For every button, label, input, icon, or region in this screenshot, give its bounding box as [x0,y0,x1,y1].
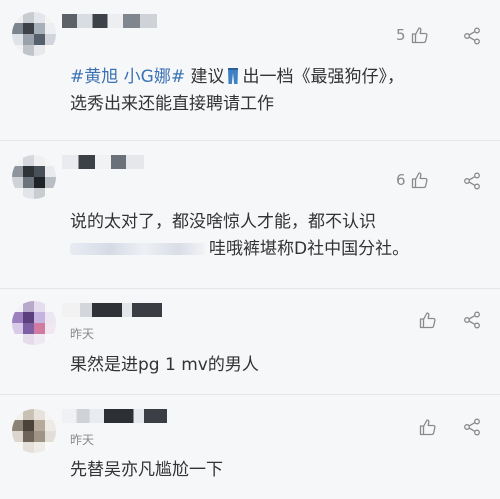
user-avatar[interactable] [12,301,56,345]
redacted-text [70,243,205,256]
thumbs-up-icon [419,312,436,329]
share-icon [464,27,480,45]
comment-item: 昨天 果然是进pg 1 mv的男人 [0,289,500,395]
comment-text: 说的太对了，都没啥惊人才能，都不认识 哇哦裤堪称D社中国分社。 [70,209,409,263]
comment-feed: 5 #黄旭 小G娜# 建议 出一档《最强狗仔》， 选秀出来还能直接聘请工作 6 … [0,0,500,499]
like-button[interactable]: 5 [396,25,430,45]
like-button[interactable] [414,417,438,437]
username-redacted [62,14,157,28]
share-button[interactable] [462,310,482,330]
comment-text-part: 说的太对了，都没啥惊人才能，都不认识 [70,212,376,232]
comment-item: 6 说的太对了，都没啥惊人才能，都不认识 哇哦裤堪称D社中国分社。 [0,141,500,289]
comment-text-part: 哇哦裤堪称D社中国分社。 [209,239,410,260]
comment-text: #黄旭 小G娜# 建议 出一档《最强狗仔》， 选秀出来还能直接聘请工作 [70,64,404,118]
comment-time: 昨天 [70,433,95,447]
share-icon [464,172,480,190]
comment-text: 果然是进pg 1 mv的男人 [70,352,259,379]
username-redacted [62,303,162,317]
comment-item: 5 #黄旭 小G娜# 建议 出一档《最强狗仔》， 选秀出来还能直接聘请工作 [0,0,500,141]
thumbs-up-icon [419,419,436,436]
share-icon [464,311,480,329]
user-avatar[interactable] [12,409,56,453]
username-redacted [62,409,167,423]
comment-text-part: 果然是进pg 1 mv的男人 [70,355,259,375]
user-avatar[interactable] [12,155,56,199]
share-button[interactable] [462,26,482,46]
like-button[interactable]: 6 [396,170,430,190]
like-count: 5 [396,26,406,44]
comment-text-part: 建议 [185,67,225,87]
comment-text-part: 选秀出来还能直接聘请工作 [70,94,274,115]
like-count: 6 [396,171,406,189]
comment-text-part: 出一档《最强狗仔》， [242,67,404,87]
comment-item: 昨天 先替吴亦凡尴尬一下 [0,395,500,499]
comment-text-part: 先替吴亦凡尴尬一下 [70,460,223,480]
user-avatar[interactable] [12,12,56,56]
hashtag-link[interactable]: #黄旭 小G娜# [70,67,185,87]
share-button[interactable] [462,417,482,437]
share-button[interactable] [462,171,482,191]
like-button[interactable] [414,310,438,330]
comment-time: 昨天 [70,327,95,341]
share-icon [464,418,480,436]
comment-text: 先替吴亦凡尴尬一下 [70,457,223,484]
thumbs-up-icon [411,27,428,44]
jeans-emoji-icon [227,67,239,85]
username-redacted [62,155,144,169]
thumbs-up-icon [411,172,428,189]
